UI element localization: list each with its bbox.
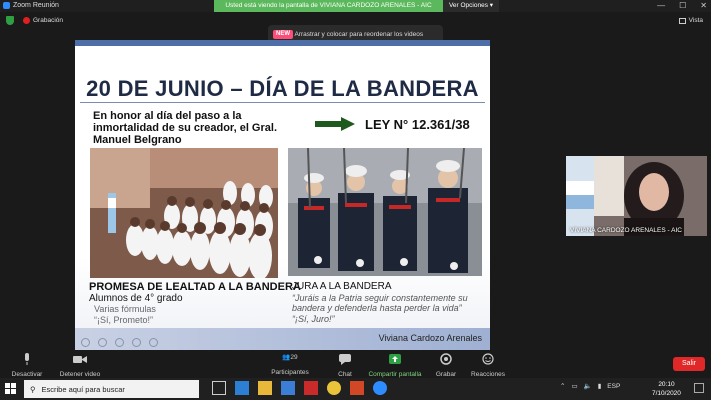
app-title-group: Zoom Reunión xyxy=(3,2,59,9)
new-badge: NEW xyxy=(273,29,293,39)
left-caption-note: Varias fórmulas xyxy=(94,304,156,314)
slide-annotation-tools xyxy=(81,338,158,347)
reactions-label: Reacciones xyxy=(471,371,505,378)
participants-label: Participantes xyxy=(271,369,309,376)
search-placeholder: Escribe aquí para buscar xyxy=(41,384,125,394)
stop-video-button[interactable]: Detener video xyxy=(58,353,102,378)
clock-date: 7/10/2020 xyxy=(652,390,681,397)
clock-time: 20:10 xyxy=(658,381,675,388)
share-banner-text: Usted está viendo la pantalla de VIVIANA… xyxy=(225,2,432,9)
zoom-icon[interactable] xyxy=(132,338,141,347)
battery-icon[interactable]: ▮ xyxy=(598,382,602,390)
tooltip-text: Arrastrar y colocar para reordenar los v… xyxy=(294,31,424,38)
right-caption-quote: “Juráis a la Patria seguir constantement… xyxy=(292,293,468,313)
chevron-up-icon[interactable]: ⌃ xyxy=(560,382,565,390)
system-tray: ⌃ ▭ 🔈 ▮ ESP xyxy=(560,382,620,391)
mcafee-icon[interactable] xyxy=(304,381,318,395)
share-screen-button[interactable]: Compartir pantalla xyxy=(368,353,422,378)
participant-video-frame xyxy=(566,156,707,236)
windows-start-icon[interactable] xyxy=(5,383,16,394)
participants-icon-group: 👥29 xyxy=(275,353,305,366)
recording-label: Grabación xyxy=(33,17,63,24)
share-screen-label: Compartir pantalla xyxy=(368,371,422,378)
view-label: Vista xyxy=(688,17,703,24)
search-icon: ⚲ xyxy=(30,384,36,394)
notification-icon[interactable] xyxy=(694,383,704,393)
record-button[interactable]: Grabar xyxy=(433,353,459,378)
video-camera-icon xyxy=(73,356,87,363)
slide-author: Viviana Cardozo Arenales xyxy=(378,333,482,343)
prev-slide-icon[interactable] xyxy=(81,338,90,347)
language-indicator[interactable]: ESP xyxy=(607,383,620,390)
reactions-button[interactable]: Reacciones xyxy=(470,353,506,378)
slide-top-band xyxy=(75,40,490,46)
right-caption-title: JURA A LA BANDERA xyxy=(292,281,392,292)
powerpoint-icon[interactable] xyxy=(350,381,364,395)
law-number: LEY N° 12.361/38 xyxy=(365,117,470,132)
participant-video[interactable]: VIVIANA CARDOZO ARENALES - AIC xyxy=(566,156,707,236)
view-toggle-button[interactable]: Vista xyxy=(678,17,703,24)
pen-icon[interactable] xyxy=(98,338,107,347)
participants-count: 29 xyxy=(290,354,298,361)
stop-video-label: Detener video xyxy=(59,371,101,378)
window-controls: — ☐ ✕ xyxy=(657,1,707,10)
app-title: Zoom Reunión xyxy=(13,2,59,9)
shared-slide: 20 DE JUNIO – DÍA DE LA BANDERA En honor… xyxy=(75,40,490,350)
screen-share-banner: Usted está viendo la pantalla de VIVIANA… xyxy=(214,0,443,12)
grid-icon xyxy=(678,17,686,24)
taskbar-search-box[interactable]: ⚲ Escribe aquí para buscar xyxy=(24,380,199,398)
pointer-icon[interactable] xyxy=(115,338,124,347)
chrome-icon[interactable] xyxy=(327,381,341,395)
taskbar-apps xyxy=(212,381,387,395)
grenadiers-oath-photo xyxy=(288,148,482,276)
microphone-icon xyxy=(25,353,29,365)
file-explorer-icon[interactable] xyxy=(258,381,272,395)
participant-name: VIVIANA CARDOZO ARENALES - AIC xyxy=(570,227,682,234)
chat-bubble-icon xyxy=(339,354,351,365)
smiley-icon xyxy=(482,353,494,365)
leave-meeting-button[interactable]: Salir xyxy=(673,357,705,371)
left-caption-title: PROMESA DE LEALTAD A LA BANDERA xyxy=(89,281,301,293)
close-icon[interactable]: ✕ xyxy=(700,1,707,10)
record-label: Grabar xyxy=(435,371,457,378)
next-slide-icon[interactable] xyxy=(149,338,158,347)
minimize-icon[interactable]: — xyxy=(657,1,665,10)
maximize-icon[interactable]: ☐ xyxy=(679,1,686,10)
zoom-logo-icon xyxy=(3,2,10,9)
slide-title: 20 DE JUNIO – DÍA DE LA BANDERA xyxy=(86,76,479,101)
volume-icon[interactable]: 🔈 xyxy=(584,382,592,390)
view-options-button[interactable]: Ver Opciones ▾ xyxy=(443,0,499,12)
security-shield-icon[interactable] xyxy=(6,16,14,25)
students-promise-photo xyxy=(90,148,278,278)
taskbar-clock[interactable]: 20:10 7/10/2020 xyxy=(652,380,681,398)
slide-title-divider xyxy=(80,102,485,103)
meeting-toolbar: Desactivar audio Detener video 👥29 Parti… xyxy=(0,351,711,385)
chat-button[interactable]: Chat xyxy=(332,353,358,378)
view-options-label: Ver Opciones xyxy=(448,2,488,9)
share-screen-icon xyxy=(389,354,401,364)
left-caption-subtitle: Alumnos de 4° grado xyxy=(89,293,183,304)
network-icon[interactable]: ▭ xyxy=(571,382,577,390)
task-view-icon[interactable] xyxy=(212,381,226,395)
chat-label: Chat xyxy=(338,371,352,378)
store-icon[interactable] xyxy=(281,381,295,395)
participants-button[interactable]: 👥29 Participantes xyxy=(270,353,310,376)
right-caption-answer: “¡Sí, Juro!” xyxy=(292,314,335,324)
zoom-taskbar-icon[interactable] xyxy=(373,381,387,395)
right-arrow-icon xyxy=(315,117,355,131)
slide-description: En honor al día del paso a la inmortalid… xyxy=(93,110,278,146)
record-icon xyxy=(440,353,452,365)
edge-icon[interactable] xyxy=(235,381,249,395)
left-caption-quote: “¡Sí, Prometo!” xyxy=(94,315,154,325)
recording-icon xyxy=(23,17,30,24)
